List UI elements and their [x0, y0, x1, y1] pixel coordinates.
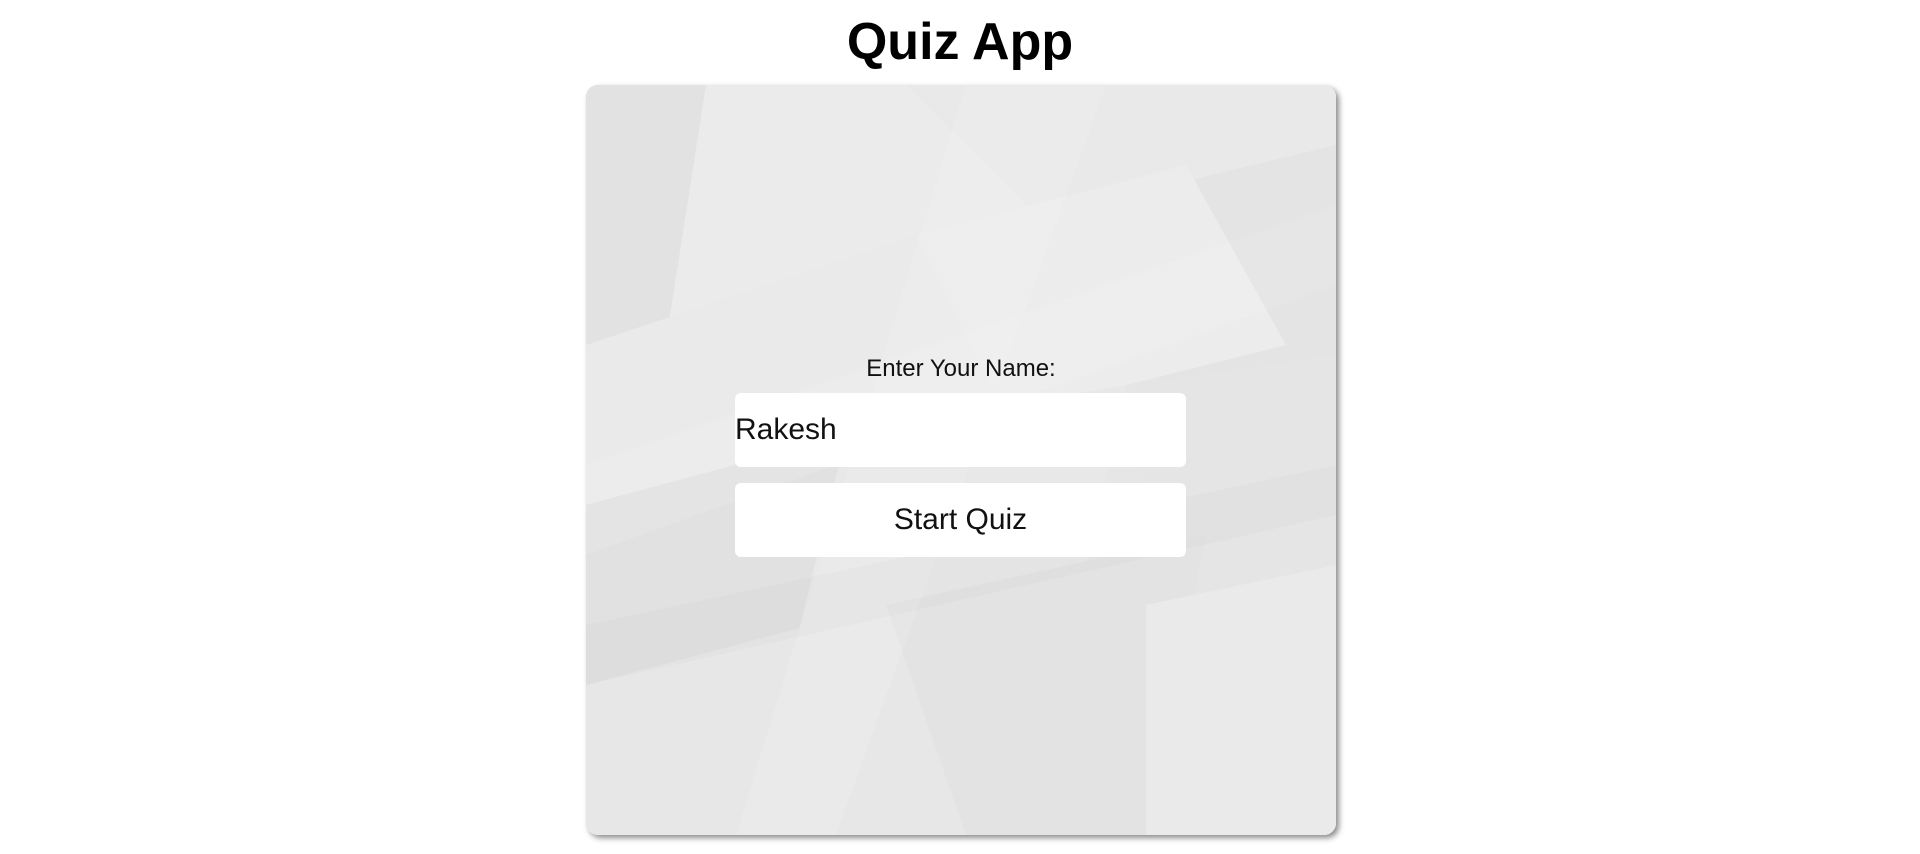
- name-label: Enter Your Name:: [866, 355, 1056, 382]
- quiz-card: Enter Your Name: Start Quiz: [586, 85, 1336, 835]
- start-quiz-button[interactable]: Start Quiz: [735, 483, 1186, 557]
- name-input[interactable]: [735, 393, 1186, 467]
- name-form: Enter Your Name: Start Quiz: [586, 85, 1336, 835]
- page-title: Quiz App: [846, 13, 1074, 71]
